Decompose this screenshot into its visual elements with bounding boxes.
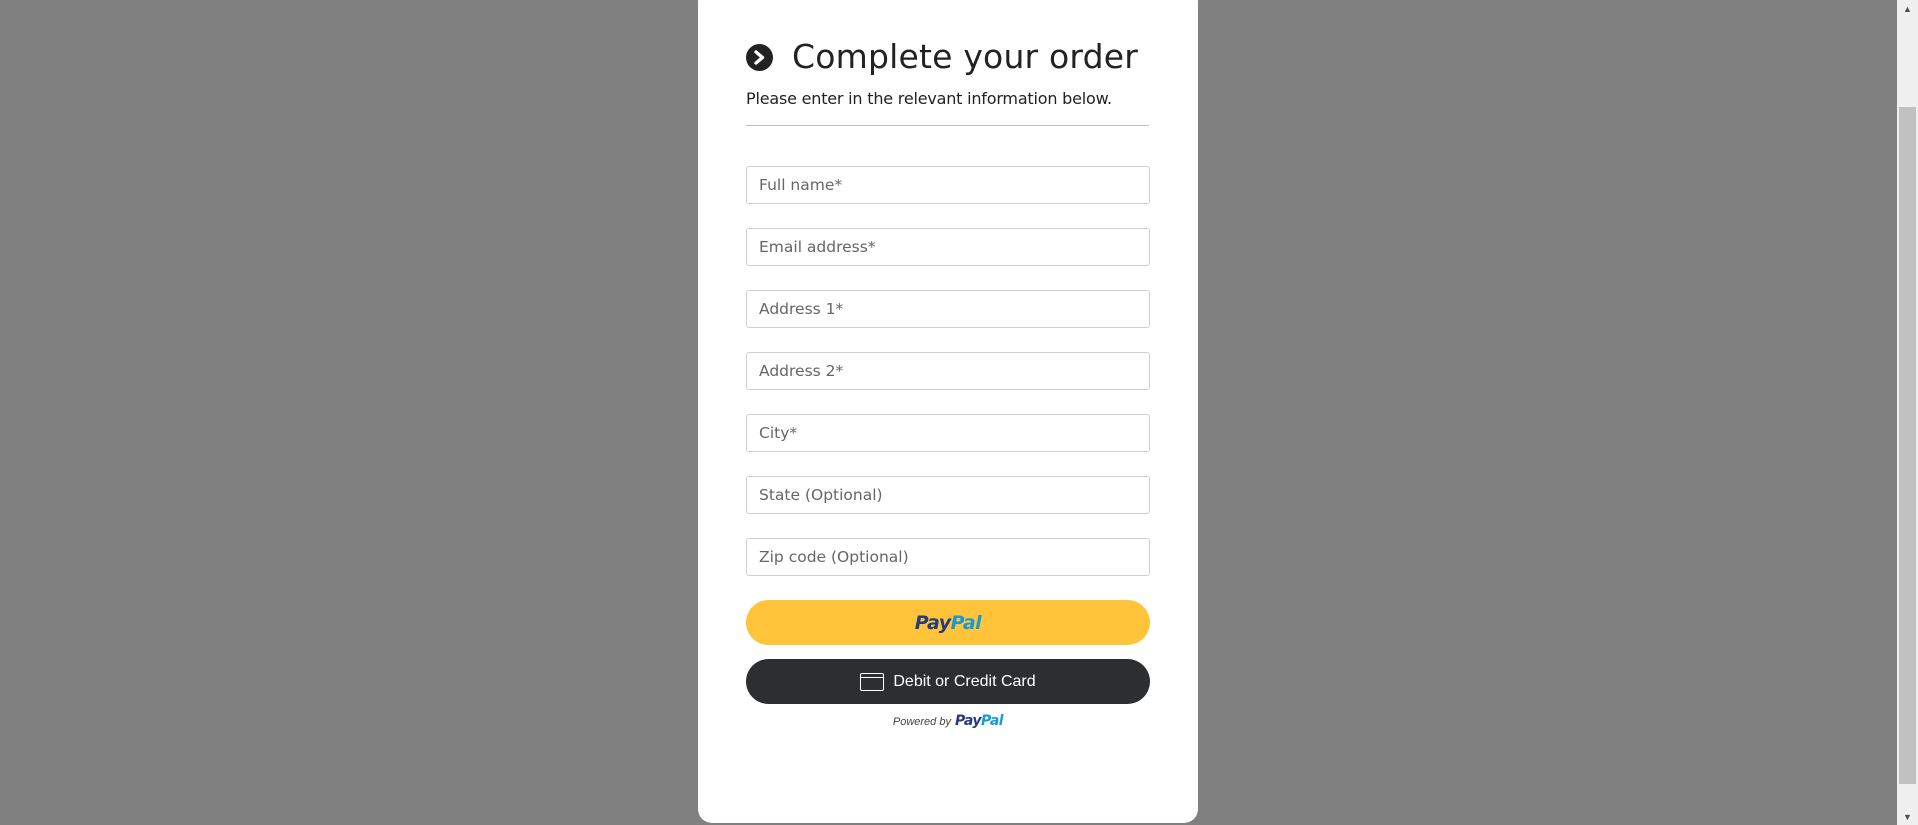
address1-field[interactable] xyxy=(746,290,1150,328)
debit-credit-card-button[interactable]: Debit or Credit Card xyxy=(746,659,1150,704)
email-field[interactable] xyxy=(746,228,1150,266)
credit-card-icon xyxy=(860,672,885,691)
state-field[interactable] xyxy=(746,476,1150,514)
divider xyxy=(746,125,1149,126)
full-name-field[interactable] xyxy=(746,166,1150,204)
checkout-modal: Complete your order Please enter in the … xyxy=(698,0,1198,823)
chevron-right-circle-icon xyxy=(746,43,773,71)
card-button-label: Debit or Credit Card xyxy=(893,672,1036,690)
page-title: Complete your order xyxy=(792,37,1139,76)
vertical-scrollbar[interactable]: ▲ ▼ xyxy=(1897,0,1918,825)
powered-by-paypal-logo: PayPal xyxy=(954,713,1004,729)
powered-by-text: Powered by xyxy=(892,716,951,728)
zip-field[interactable] xyxy=(746,538,1150,576)
title-row: Complete your order xyxy=(746,38,1149,76)
paypal-logo: PayPal xyxy=(914,611,982,634)
scrollbar-thumb[interactable] xyxy=(1899,107,1916,784)
checkout-content: Complete your order Please enter in the … xyxy=(746,38,1150,729)
page-viewport: Complete your order Please enter in the … xyxy=(0,0,1918,825)
powered-by-paypal: Powered by PayPal xyxy=(746,713,1150,729)
scroll-up-arrow-icon[interactable]: ▲ xyxy=(1897,0,1918,17)
paypal-logo-pay: Pay xyxy=(914,611,951,634)
city-field[interactable] xyxy=(746,414,1150,452)
paypal-button[interactable]: PayPal xyxy=(746,600,1150,645)
paypal-logo-pal: Pal xyxy=(950,611,982,634)
page-subtitle: Please enter in the relevant information… xyxy=(746,89,1112,108)
powered-logo-pay: Pay xyxy=(954,713,982,729)
scroll-down-arrow-icon[interactable]: ▼ xyxy=(1897,808,1918,825)
address2-field[interactable] xyxy=(746,352,1150,390)
order-form xyxy=(746,166,1150,576)
powered-logo-pal: Pal xyxy=(980,713,1004,729)
